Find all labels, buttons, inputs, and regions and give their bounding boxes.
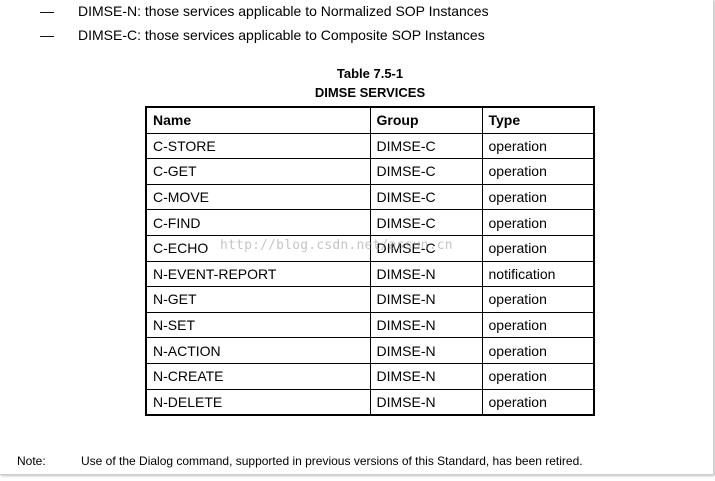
- cell-type: operation: [481, 311, 595, 339]
- cell-name: N-EVENT-REPORT: [145, 260, 371, 288]
- cell-type: operation: [481, 362, 595, 390]
- cell-name: N-SET: [145, 311, 371, 339]
- bullet-text: DIMSE-N: those services applicable to No…: [78, 3, 489, 19]
- cell-name: C-MOVE: [145, 183, 371, 211]
- table-row: N-EVENT-REPORT DIMSE-N notification: [145, 260, 595, 288]
- cell-group: DIMSE-N: [369, 388, 483, 416]
- bullet-text: DIMSE-C: those services applicable to Co…: [78, 27, 485, 43]
- table-header-row: Name Group Type: [145, 106, 595, 134]
- cell-group: DIMSE-N: [369, 311, 483, 339]
- table-row: N-ACTION DIMSE-N operation: [145, 337, 595, 364]
- cell-name: N-CREATE: [145, 362, 371, 390]
- table-row: C-ECHO DIMSE-C operation: [145, 234, 595, 262]
- cell-type: operation: [481, 158, 595, 185]
- table-caption-number: Table 7.5-1: [336, 66, 404, 81]
- table-row: N-GET DIMSE-N operation: [145, 286, 595, 313]
- table-row: C-GET DIMSE-C operation: [145, 158, 595, 185]
- bullet-dimse-n: — DIMSE-N: those services applicable to N…: [40, 3, 489, 19]
- table-row: C-FIND DIMSE-C operation: [145, 209, 595, 236]
- cell-type: operation: [481, 183, 595, 211]
- cell-type: operation: [481, 337, 595, 364]
- cell-group: DIMSE-N: [369, 260, 483, 288]
- cell-type: operation: [481, 209, 595, 236]
- table-caption-title: DIMSE SERVICES: [314, 85, 426, 100]
- cell-name: C-STORE: [145, 132, 371, 160]
- cell-name: C-ECHO: [145, 234, 371, 262]
- cell-type: notification: [481, 260, 595, 288]
- cell-name: N-ACTION: [145, 337, 371, 364]
- cell-type: operation: [481, 234, 595, 262]
- column-header-name: Name: [145, 106, 371, 134]
- table-row: C-MOVE DIMSE-C operation: [145, 183, 595, 211]
- bullet-dimse-c: — DIMSE-C: those services applicable to C…: [40, 27, 485, 43]
- table-row: N-DELETE DIMSE-N operation: [145, 388, 595, 416]
- cell-group: DIMSE-C: [369, 132, 483, 160]
- bullet-dash: —: [40, 27, 54, 43]
- table-row: C-STORE DIMSE-C operation: [145, 132, 595, 160]
- cell-group: DIMSE-C: [369, 209, 483, 236]
- table-row: N-CREATE DIMSE-N operation: [145, 362, 595, 390]
- cell-name: N-DELETE: [145, 388, 371, 416]
- cell-group: DIMSE-C: [369, 183, 483, 211]
- note-label: Note:: [17, 454, 46, 468]
- cell-group: DIMSE-C: [369, 234, 483, 262]
- cell-type: operation: [481, 388, 595, 416]
- column-header-type: Type: [481, 106, 595, 134]
- cell-type: operation: [481, 286, 595, 313]
- cell-name: C-GET: [145, 158, 371, 185]
- cell-name: N-GET: [145, 286, 371, 313]
- cell-group: DIMSE-C: [369, 158, 483, 185]
- cell-name: C-FIND: [145, 209, 371, 236]
- cell-type: operation: [481, 132, 595, 160]
- note-text: Use of the Dialog command, supported in …: [81, 454, 583, 468]
- column-header-group: Group: [369, 106, 483, 134]
- cell-group: DIMSE-N: [369, 337, 483, 364]
- cell-group: DIMSE-N: [369, 362, 483, 390]
- cell-group: DIMSE-N: [369, 286, 483, 313]
- dimse-services-table: Name Group Type C-STORE DIMSE-C operatio…: [145, 106, 595, 417]
- document-page: — DIMSE-N: those services applicable to N…: [0, 0, 714, 475]
- table-row: N-SET DIMSE-N operation: [145, 311, 595, 339]
- bullet-dash: —: [40, 3, 54, 19]
